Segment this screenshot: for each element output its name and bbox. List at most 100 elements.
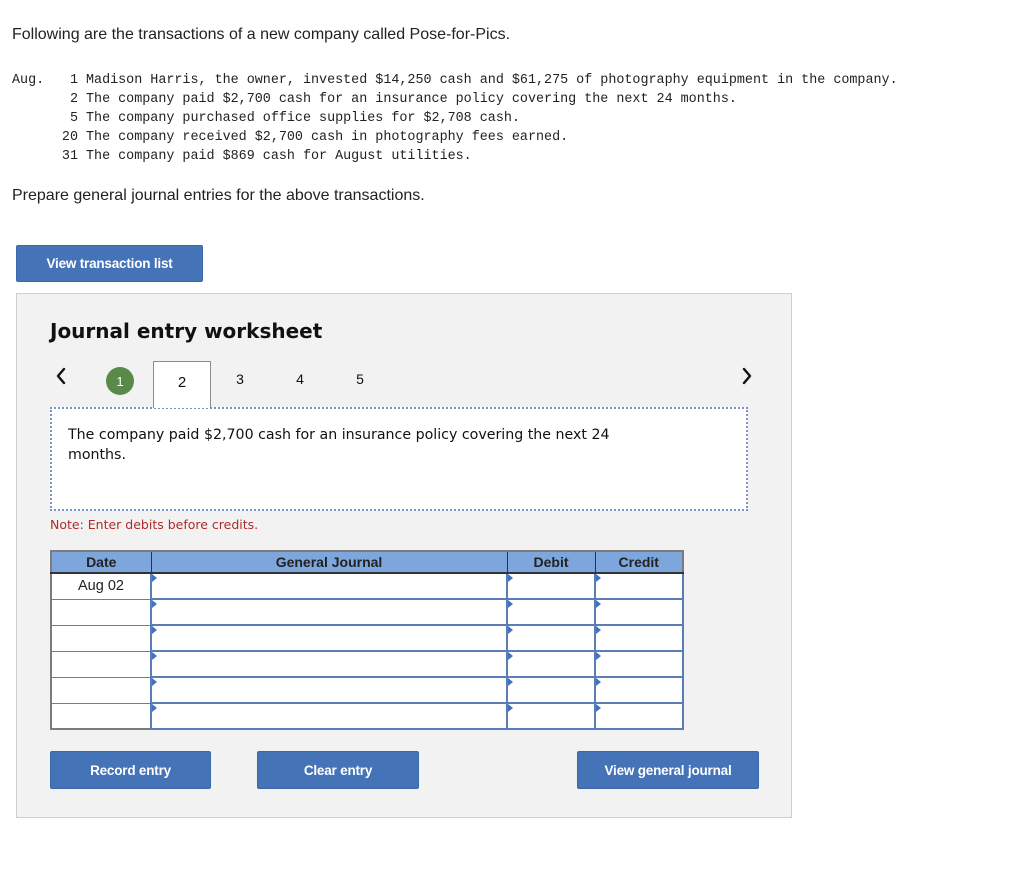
credit-input[interactable] [596,626,682,650]
transaction-row: 31 The company paid $869 cash for August… [12,147,898,166]
transaction-month [12,109,56,128]
dropdown-marker-icon [152,704,157,712]
debit-cell[interactable] [506,598,596,626]
transaction-text: The company paid $869 cash for August ut… [86,149,472,164]
credit-cell[interactable] [594,650,684,678]
account-input[interactable] [152,678,506,702]
account-input[interactable] [152,704,506,728]
input-marker-icon [508,704,513,712]
tab-entry-5[interactable]: 5 [345,362,375,396]
dropdown-marker-icon [152,626,157,634]
header-debit: Debit [506,550,596,574]
credit-cell[interactable] [594,598,684,626]
table-row [50,676,684,704]
worksheet-title: Journal entry worksheet [50,319,323,343]
input-marker-icon [508,600,513,608]
account-cell[interactable] [150,572,508,600]
chevron-left-icon[interactable] [51,364,71,388]
table-row [50,624,684,652]
tab-entry-4[interactable]: 4 [285,362,315,396]
transaction-text: The company received $2,700 cash in phot… [86,130,569,145]
table-row [50,598,684,626]
input-marker-icon [508,626,513,634]
account-input[interactable] [152,652,506,676]
account-cell[interactable] [150,702,508,730]
debit-input[interactable] [508,626,594,650]
transaction-month: Aug. [12,73,45,88]
input-marker-icon [596,652,601,660]
record-entry-button[interactable]: Record entry [50,751,211,789]
account-input[interactable] [152,626,506,650]
header-date: Date [50,550,152,574]
journal-entry-worksheet: Journal entry worksheet 1 2 3 4 5 The co… [16,293,792,818]
debit-cell[interactable] [506,676,596,704]
credit-input[interactable] [596,678,682,702]
account-cell[interactable] [150,598,508,626]
transaction-text: The company paid $2,700 cash for an insu… [86,92,737,107]
transaction-description-box: The company paid $2,700 cash for an insu… [50,407,748,511]
credit-input[interactable] [596,652,682,676]
transaction-row: 2 The company paid $2,700 cash for an in… [12,90,898,109]
debit-input[interactable] [508,574,594,598]
input-marker-icon [596,600,601,608]
dropdown-marker-icon [152,678,157,686]
account-cell[interactable] [150,650,508,678]
note-text: Note: Enter debits before credits. [50,517,259,532]
transaction-text: The company purchased office supplies fo… [86,111,520,126]
header-general-journal: General Journal [150,550,508,574]
debit-cell[interactable] [506,572,596,600]
clear-entry-button[interactable]: Clear entry [257,751,419,789]
transaction-list: Aug. 1 Madison Harris, the owner, invest… [12,71,898,166]
view-general-journal-button[interactable]: View general journal [577,751,759,789]
view-transaction-list-button[interactable]: View transaction list [16,245,203,282]
debit-input[interactable] [508,704,594,728]
transaction-day: 31 [61,149,78,164]
transaction-day: 1 [69,73,78,88]
transaction-month [12,90,56,109]
input-marker-icon [596,626,601,634]
transaction-month [12,147,56,166]
dropdown-marker-icon [152,574,157,582]
table-header-row: Date General Journal Debit Credit [50,550,684,574]
table-row: Aug 02 [50,572,684,600]
tab-entry-2[interactable]: 2 [153,361,211,408]
debit-cell[interactable] [506,624,596,652]
account-input[interactable] [152,574,506,598]
transaction-month [12,128,56,147]
dropdown-marker-icon [152,600,157,608]
debit-cell[interactable] [506,702,596,730]
credit-cell[interactable] [594,702,684,730]
input-marker-icon [508,678,513,686]
credit-input[interactable] [596,704,682,728]
input-marker-icon [596,704,601,712]
table-row [50,650,684,678]
tab-entry-1[interactable]: 1 [106,367,134,395]
account-cell[interactable] [150,676,508,704]
date-cell [50,598,152,626]
debit-input[interactable] [508,652,594,676]
debit-input[interactable] [508,600,594,624]
account-input[interactable] [152,600,506,624]
credit-cell[interactable] [594,572,684,600]
date-cell [50,702,152,730]
input-marker-icon [508,574,513,582]
credit-input[interactable] [596,574,682,598]
date-cell: Aug 02 [50,572,152,600]
transaction-row: 5 The company purchased office supplies … [12,109,898,128]
credit-cell[interactable] [594,624,684,652]
input-marker-icon [596,678,601,686]
transaction-day: 2 [69,92,78,107]
chevron-right-icon[interactable] [737,364,757,388]
credit-input[interactable] [596,600,682,624]
account-cell[interactable] [150,624,508,652]
debit-input[interactable] [508,678,594,702]
transaction-day: 5 [69,111,78,126]
credit-cell[interactable] [594,676,684,704]
date-cell [50,650,152,678]
debit-cell[interactable] [506,650,596,678]
transaction-row: Aug. 1 Madison Harris, the owner, invest… [12,71,898,90]
transaction-row: 20 The company received $2,700 cash in p… [12,128,898,147]
tab-entry-3[interactable]: 3 [225,362,255,396]
transaction-description: The company paid $2,700 cash for an insu… [68,427,610,463]
header-credit: Credit [594,550,684,574]
